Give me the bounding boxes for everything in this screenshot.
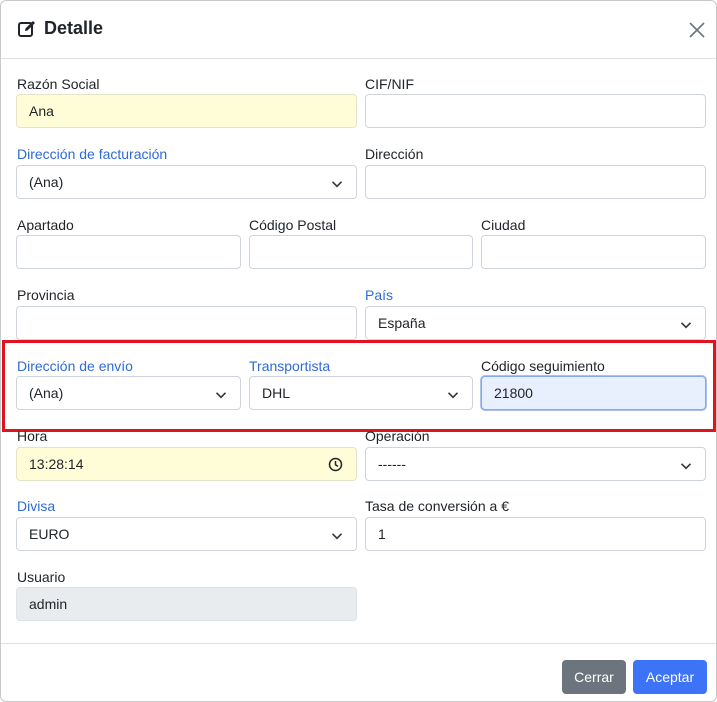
modal-title: Detalle <box>17 18 103 39</box>
operacion-select[interactable]: ------ <box>365 447 706 481</box>
codigo-postal-input[interactable] <box>249 235 473 269</box>
modal-footer: Cerrar Aceptar <box>1 643 716 701</box>
clock-icon[interactable] <box>328 457 343 472</box>
divisa-select[interactable]: EURO <box>16 517 357 551</box>
highlight-box <box>2 340 716 432</box>
codigo-postal-label: Código Postal <box>249 217 337 233</box>
provincia-input[interactable] <box>16 306 357 340</box>
tasa-conversion-input[interactable]: 1 <box>365 517 706 551</box>
ciudad-input[interactable] <box>481 235 706 269</box>
razon-social-input[interactable]: Ana <box>16 94 357 128</box>
cerrar-button[interactable]: Cerrar <box>562 660 626 694</box>
pais-value: España <box>378 315 426 331</box>
close-icon[interactable] <box>687 20 707 40</box>
detail-modal: Detalle Razón Social Ana CIF/NIF Direcci… <box>0 0 717 702</box>
direccion-label: Dirección <box>365 146 424 162</box>
pais-select[interactable]: España <box>365 306 706 340</box>
tasa-conversion-value: 1 <box>378 526 386 542</box>
direccion-facturacion-value: (Ana) <box>29 174 64 190</box>
modal-header: Detalle <box>1 1 716 59</box>
hora-label: Hora <box>17 428 48 444</box>
chevron-down-icon <box>680 459 692 471</box>
direccion-facturacion-select[interactable]: (Ana) <box>16 165 357 199</box>
razon-social-label: Razón Social <box>17 76 100 92</box>
direccion-input[interactable] <box>365 165 706 199</box>
divisa-label[interactable]: Divisa <box>17 498 55 514</box>
usuario-label: Usuario <box>17 569 66 585</box>
apartado-input[interactable] <box>16 235 241 269</box>
hora-value: 13:28:14 <box>29 456 84 472</box>
cif-nif-input[interactable] <box>365 94 706 128</box>
edit-icon <box>17 19 37 39</box>
aceptar-button[interactable]: Aceptar <box>633 660 707 694</box>
modal-title-text: Detalle <box>44 18 104 38</box>
razon-social-value: Ana <box>29 103 54 119</box>
apartado-label: Apartado <box>17 217 74 233</box>
operacion-label: Operación <box>365 428 430 444</box>
chevron-down-icon <box>680 318 692 330</box>
chevron-down-icon <box>331 529 343 541</box>
ciudad-label: Ciudad <box>481 217 526 233</box>
pais-label[interactable]: País <box>365 287 393 303</box>
direccion-facturacion-label[interactable]: Dirección de facturación <box>17 146 167 162</box>
operacion-value: ------ <box>378 456 406 472</box>
hora-input[interactable]: 13:28:14 <box>16 447 357 481</box>
usuario-value: admin <box>29 596 68 612</box>
chevron-down-icon <box>331 177 343 189</box>
cif-nif-label: CIF/NIF <box>365 76 414 92</box>
tasa-conversion-label: Tasa de conversión a € <box>365 498 509 514</box>
usuario-input: admin <box>16 587 357 621</box>
divisa-value: EURO <box>29 526 70 542</box>
provincia-label: Provincia <box>17 287 75 303</box>
